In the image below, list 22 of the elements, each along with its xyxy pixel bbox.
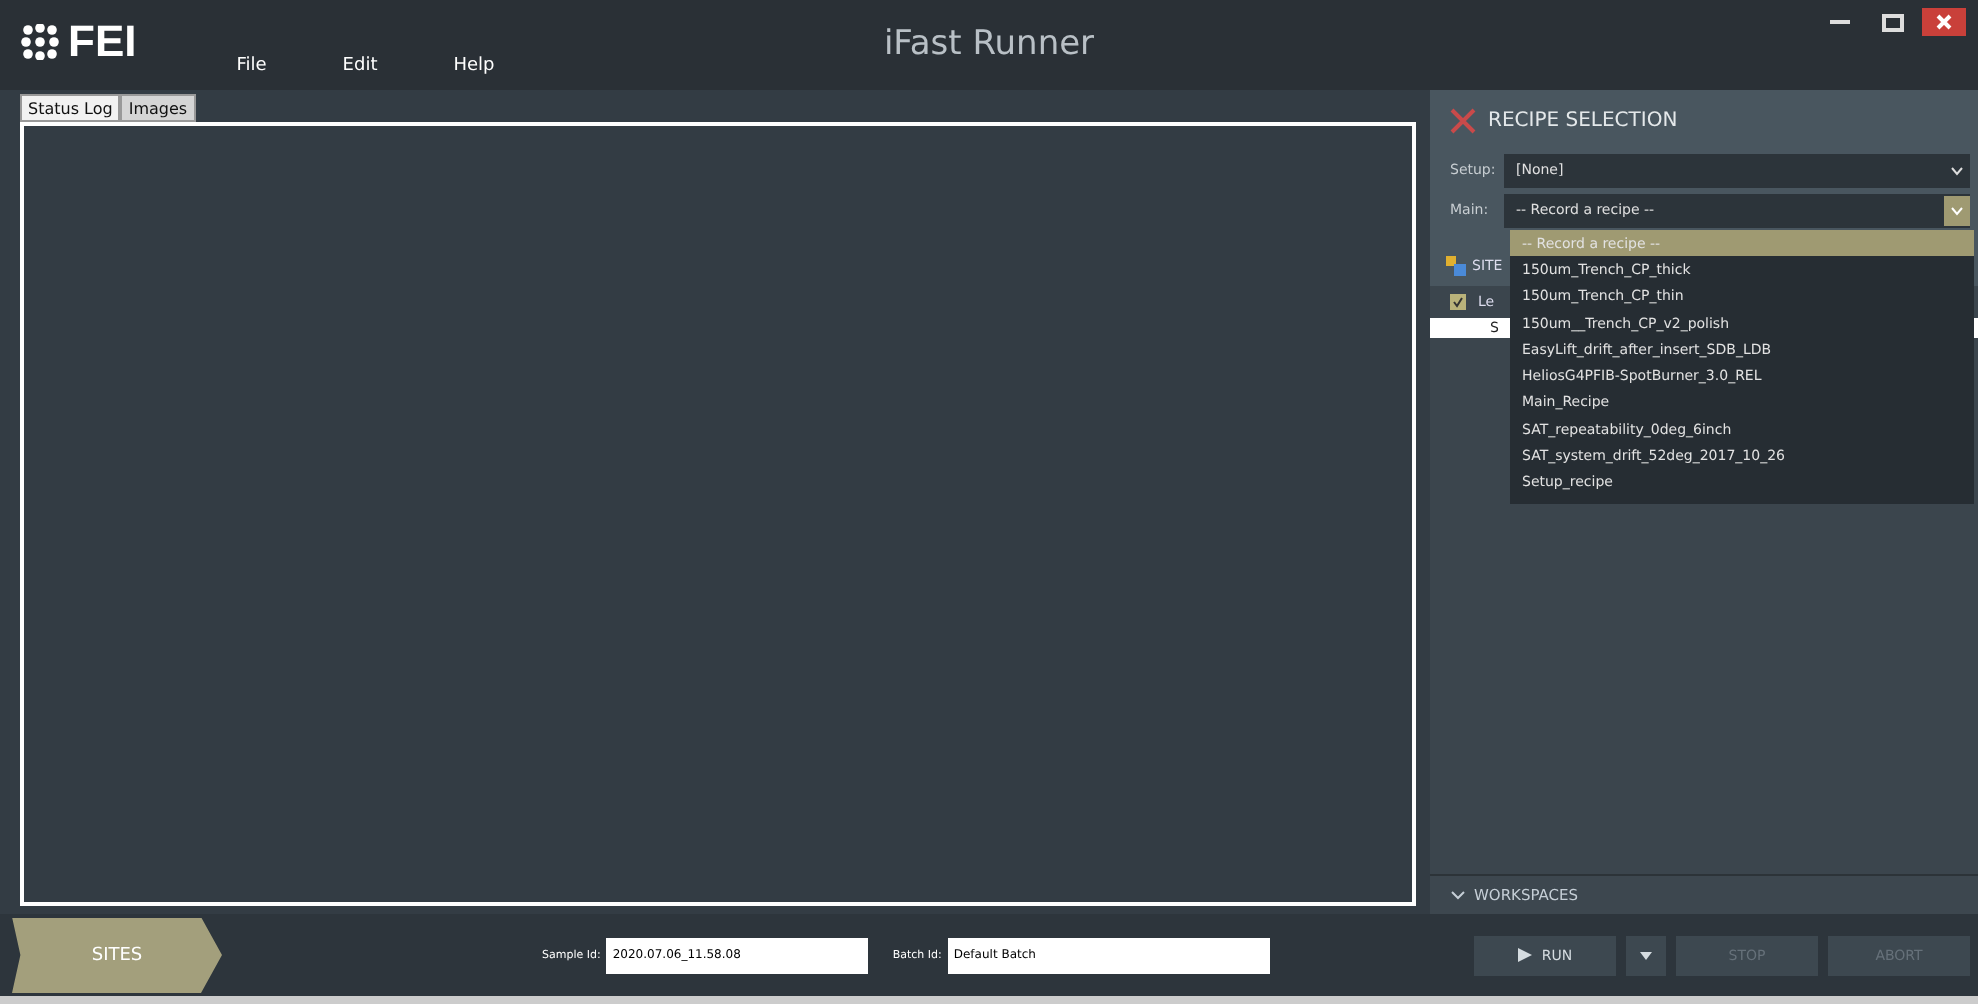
chevron-icon: [1950, 205, 1964, 215]
logo-text: FEI: [68, 16, 137, 68]
window-title: iFast Runner: [883, 24, 1095, 64]
close-button[interactable]: [1922, 8, 1966, 36]
sites-icon: [1446, 256, 1466, 276]
tab[interactable]: Status Log: [20, 94, 121, 122]
play-icon: [1517, 948, 1532, 962]
caret-icon: [1640, 951, 1652, 959]
panel-title: RECIPE SELECTION: [1488, 109, 1678, 131]
dropdown-button[interactable]: [1626, 935, 1666, 975]
chevron-icon: [1450, 890, 1466, 900]
chevron-icon: [1950, 165, 1964, 175]
tools-icon: [1450, 107, 1476, 133]
menu-item[interactable]: File: [236, 56, 267, 76]
menu-item[interactable]: Edit: [342, 56, 378, 76]
maximize-icon: [1881, 13, 1903, 31]
minimize-icon: [1830, 20, 1850, 24]
logo-icon: [20, 24, 60, 60]
menu-item[interactable]: Help: [453, 56, 495, 76]
checkbox[interactable]: [1450, 294, 1466, 310]
close-icon: [1936, 14, 1952, 30]
tab[interactable]: Images: [120, 94, 196, 122]
